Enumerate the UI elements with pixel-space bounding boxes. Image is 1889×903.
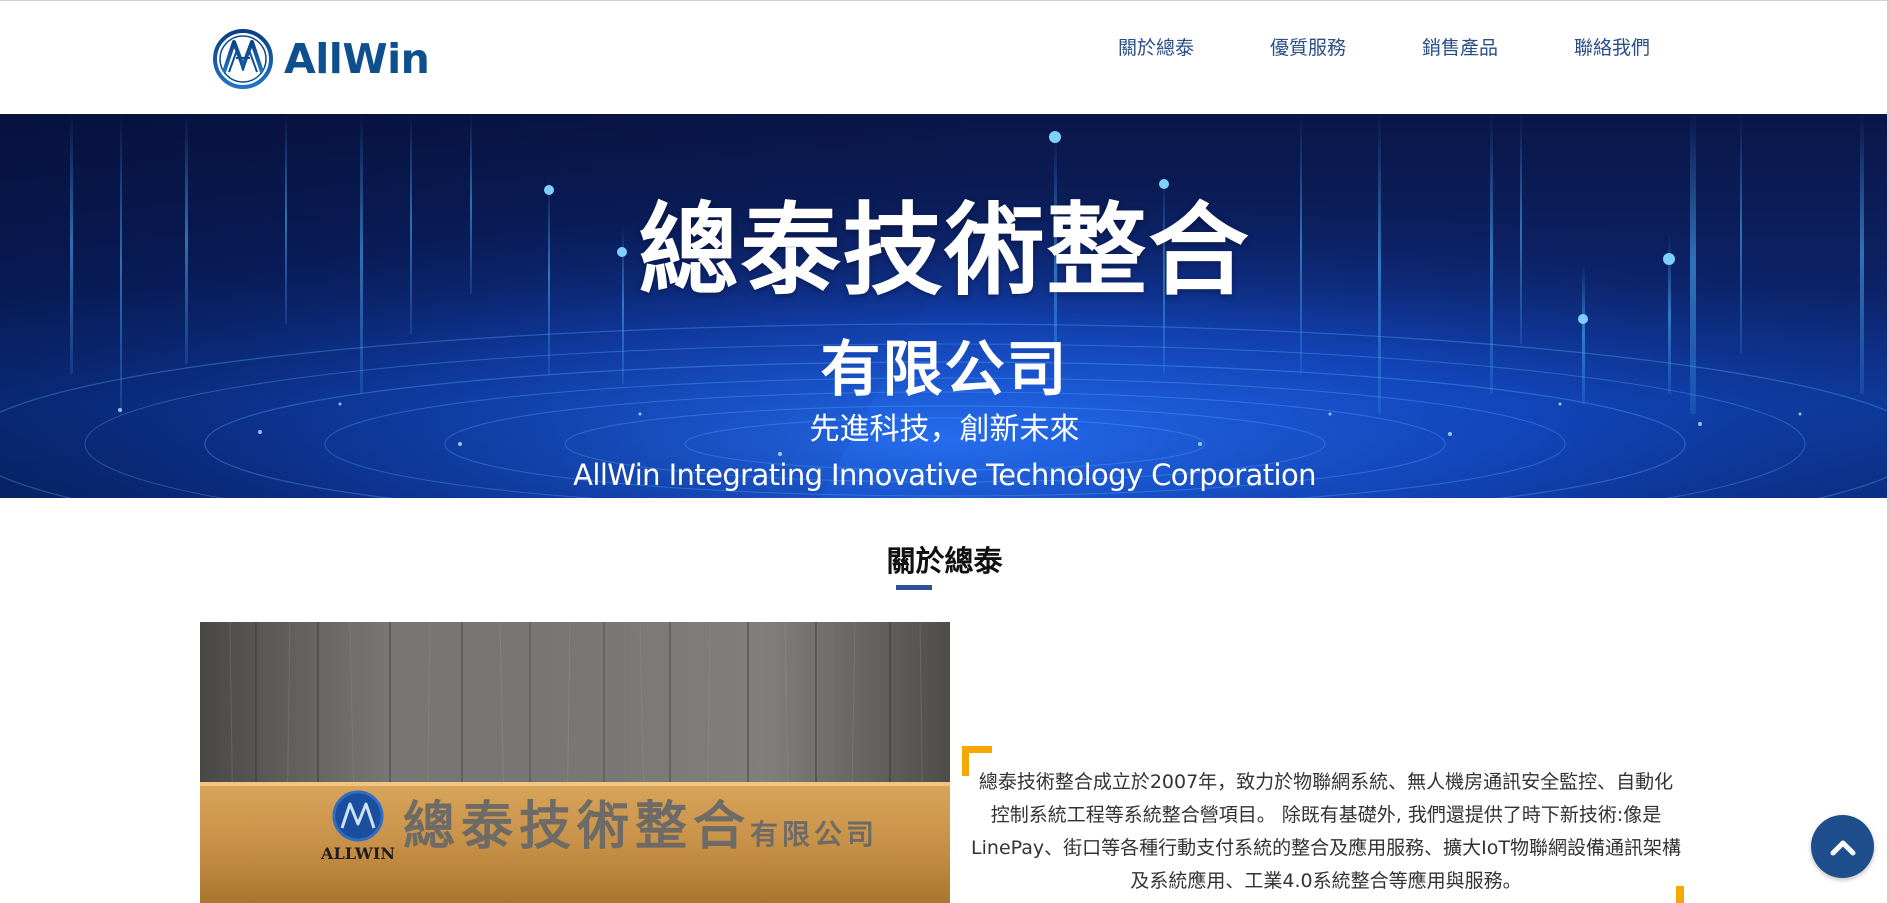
about-paragraph: 總泰技術整合成立於2007年，致力於物聯網系統、無人機房通訊安全監控、自動化控制… xyxy=(971,771,1681,892)
sign-company-name: 總泰技術整合 xyxy=(403,796,751,857)
nav-item-contact[interactable]: 聯絡我們 xyxy=(1574,35,1650,61)
quote-close-mark xyxy=(1676,886,1684,903)
scroll-to-top-button[interactable] xyxy=(1811,815,1874,878)
sign-company-suffix: 有限公司 xyxy=(750,818,878,851)
hero-text-block: 總泰技術整合 有限公司 先進科技，創新未來 AllWin Integrating… xyxy=(0,114,1889,498)
hero-slogan: 先進科技，創新未來 xyxy=(809,412,1080,447)
company-sign-photo: ALLWIN 總泰技術整合 有限公司 xyxy=(200,622,950,903)
sign-logo-text: ALLWIN xyxy=(320,844,395,863)
site-header: AllWin 關於總泰 優質服務 銷售產品 聯絡我們 xyxy=(0,0,1889,114)
nav-item-products[interactable]: 銷售產品 xyxy=(1422,35,1498,61)
allwin-logo-icon xyxy=(213,29,273,89)
hero-title: 總泰技術整合 xyxy=(638,192,1251,309)
logo-wordmark: AllWin xyxy=(284,35,430,83)
nav-item-about[interactable]: 關於總泰 xyxy=(1118,35,1194,61)
home-logo-link[interactable]: AllWin xyxy=(212,28,430,90)
hero-banner: 總泰技術整合 有限公司 先進科技，創新未來 AllWin Integrating… xyxy=(0,114,1889,498)
page: AllWin 關於總泰 優質服務 銷售產品 聯絡我們 總泰技術整合 有限公司 先… xyxy=(0,0,1889,903)
hero-english-name: AllWin Integrating Innovative Technology… xyxy=(573,458,1316,492)
hero-subtitle: 有限公司 xyxy=(820,335,1069,405)
heading-underline xyxy=(896,585,932,590)
about-section-heading: 關於總泰 xyxy=(886,544,1003,578)
chevron-up-icon xyxy=(1830,840,1855,855)
main-nav: 關於總泰 優質服務 銷售產品 聯絡我們 xyxy=(1118,35,1650,61)
nav-item-services[interactable]: 優質服務 xyxy=(1270,35,1346,61)
